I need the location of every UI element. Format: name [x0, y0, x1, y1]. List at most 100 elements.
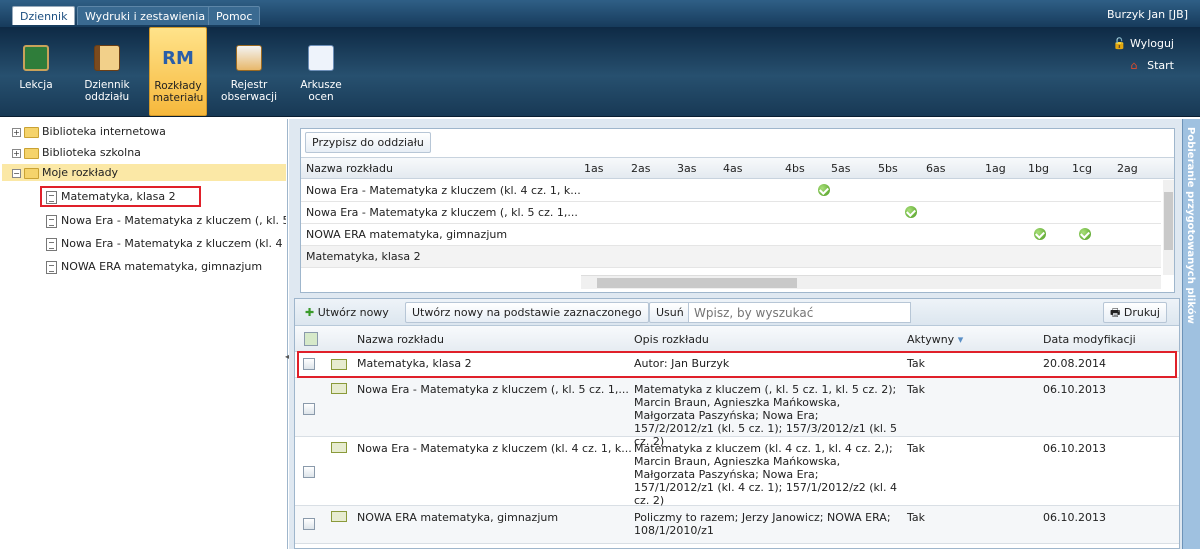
check-icon[interactable]	[818, 184, 830, 196]
expand-icon[interactable]: +	[12, 148, 21, 158]
table-row[interactable]: Nowa Era - Matematyka z kluczem (, kl. 5…	[295, 378, 1179, 448]
list-toolbar: ✚ Utwórz nowy Utwórz nowy na podstawie z…	[295, 299, 1179, 326]
tree-label: Nowa Era - Matematyka z kluczem (kl. 4 c	[61, 237, 286, 250]
row-desc: Matematyka z kluczem (kl. 4 cz. 1, kl. 4…	[634, 442, 897, 507]
header-active-label: Aktywny	[907, 333, 955, 346]
scroll-thumb[interactable]	[1164, 192, 1173, 250]
new-label: Utwórz nowy	[317, 306, 389, 319]
schedule-icon	[331, 511, 347, 522]
ribbon: Lekcja Dziennik oddziału RM Rozkłady mater…	[0, 27, 1200, 117]
new-based-button[interactable]: Utwórz nowy na podstawie zaznaczonego	[405, 302, 649, 323]
tree-label: Biblioteka internetowa	[42, 125, 166, 138]
header-active[interactable]: Aktywny ▾	[907, 333, 963, 346]
row-checkbox[interactable]	[303, 518, 315, 530]
journal-icon	[94, 45, 120, 71]
tree-item-biblioteka-internetowa[interactable]: + Biblioteka internetowa	[12, 123, 166, 140]
header-date[interactable]: Data modyfikacji	[1043, 333, 1136, 346]
tree-child-nowa-era-5[interactable]: Nowa Era - Matematyka z kluczem (, kl. 5	[46, 212, 286, 229]
header-name[interactable]: Nazwa rozkładu	[357, 333, 444, 346]
col-1as: 1as	[584, 162, 604, 175]
header-desc[interactable]: Opis rozkładu	[634, 333, 709, 346]
assign-row-name: NOWA ERA matematyka, gimnazjum	[306, 228, 508, 241]
rejestr-obserwacji-button[interactable]: Rejestr obserwacji	[217, 27, 281, 116]
logout-button[interactable]: 🔓 Wyloguj	[1113, 37, 1174, 50]
check-icon[interactable]	[1034, 228, 1046, 240]
assign-row-name: Nowa Era - Matematyka z kluczem (, kl. 5…	[306, 206, 578, 219]
tree-panel: + Biblioteka internetowa + Biblioteka szko…	[0, 119, 288, 549]
folder-icon	[24, 126, 39, 138]
user-name: Burzyk Jan [JB]	[1106, 8, 1188, 21]
schedule-icon	[331, 383, 347, 394]
col-1bg: 1bg	[1028, 162, 1049, 175]
start-label: Start	[1147, 59, 1174, 72]
assign-row[interactable]: Nowa Era - Matematyka z kluczem (kl. 4 c…	[301, 180, 1161, 202]
horizontal-scrollbar[interactable]	[581, 275, 1161, 289]
sort-down-icon: ▾	[957, 333, 964, 346]
rozklady-label-1: Rozkłady	[154, 80, 202, 92]
tree-label: Moje rozkłady	[42, 166, 119, 179]
select-all-icon[interactable]	[304, 332, 318, 346]
tab-pomoc[interactable]: Pomoc	[208, 6, 261, 25]
top-menu-bar: Dziennik Wydruki i zestawienia Pomoc Bur…	[0, 0, 1200, 27]
assign-row[interactable]: Matematyka, klasa 2	[301, 246, 1161, 268]
assign-button[interactable]: Przypisz do oddziału	[305, 132, 431, 153]
side-panel-downloads[interactable]: Pobieranie przygotowanych plików	[1182, 119, 1200, 549]
document-icon	[46, 260, 57, 274]
row-checkbox[interactable]	[303, 403, 315, 415]
rozklady-label-2: materiału	[152, 92, 204, 104]
arkusze-ocen-button[interactable]: Arkusze ocen	[296, 27, 346, 116]
tree-item-biblioteka-szkolna[interactable]: + Biblioteka szkolna	[12, 144, 141, 161]
rejestr-label-2: obserwacji	[221, 91, 277, 103]
blackboard-icon	[23, 45, 49, 71]
search-input[interactable]	[688, 302, 911, 323]
col-3as: 3as	[677, 162, 697, 175]
row-name: Nowa Era - Matematyka z kluczem (, kl. 5…	[357, 383, 629, 396]
table-row[interactable]: Nowa Era - Matematyka z kluczem (kl. 4 c…	[295, 437, 1179, 507]
print-button[interactable]: 🖶 Drukuj	[1103, 302, 1167, 323]
register-icon	[236, 45, 262, 71]
dziennik-oddzialu-button[interactable]: Dziennik oddziału	[80, 27, 134, 116]
rozklady-materialu-button[interactable]: RM Rozkłady materiału	[149, 27, 207, 116]
arkusze-label-1: Arkusze	[300, 79, 342, 91]
document-icon	[46, 237, 57, 251]
print-label: Drukuj	[1123, 306, 1160, 319]
collapse-icon[interactable]: −	[12, 168, 21, 178]
expand-icon[interactable]: +	[12, 127, 21, 137]
start-button[interactable]: ⌂ Start	[1131, 59, 1174, 72]
check-icon[interactable]	[1079, 228, 1091, 240]
folder-icon	[24, 147, 39, 159]
col-1ag: 1ag	[985, 162, 1006, 175]
col-6as: 6as	[926, 162, 946, 175]
table-row[interactable]: NOWA ERA matematyka, gimnazjum Policzmy …	[295, 506, 1179, 544]
assign-row[interactable]: Nowa Era - Matematyka z kluczem (, kl. 5…	[301, 202, 1161, 224]
row-date: 06.10.2013	[1043, 383, 1106, 396]
tab-dziennik[interactable]: Dziennik	[12, 6, 76, 25]
plus-icon: ✚	[305, 306, 315, 319]
row-checkbox[interactable]	[303, 466, 315, 478]
logout-label: Wyloguj	[1130, 37, 1174, 50]
row-active: Tak	[907, 383, 926, 396]
row-name: NOWA ERA matematyka, gimnazjum	[357, 511, 559, 524]
tab-wydruki[interactable]: Wydruki i zestawienia	[77, 6, 214, 25]
check-icon[interactable]	[905, 206, 917, 218]
list-header: Nazwa rozkładu Opis rozkładu Aktywny ▾ D…	[295, 326, 1179, 352]
tree-child-nowa-era-4[interactable]: Nowa Era - Matematyka z kluczem (kl. 4 c	[46, 235, 286, 252]
assign-row-name: Matematyka, klasa 2	[306, 250, 421, 263]
arkusze-label-2: ocen	[308, 91, 334, 103]
tree-label: NOWA ERA matematyka, gimnazjum	[61, 260, 263, 273]
lekcja-button[interactable]: Lekcja	[12, 27, 60, 116]
col-5as: 5as	[831, 162, 851, 175]
row-active: Tak	[907, 442, 926, 455]
tree-item-moje-rozklady[interactable]: − Moje rozkłady	[2, 164, 286, 181]
dziennik-label-2: oddziału	[84, 91, 130, 103]
new-button[interactable]: ✚ Utwórz nowy	[298, 302, 396, 323]
scroll-thumb[interactable]	[597, 278, 797, 288]
printer-icon: 🖶	[1110, 306, 1121, 319]
grades-sheet-icon	[308, 45, 334, 71]
delete-button[interactable]: Usuń	[649, 302, 691, 323]
row-name: Nowa Era - Matematyka z kluczem (kl. 4 c…	[357, 442, 632, 455]
row-date: 06.10.2013	[1043, 511, 1106, 524]
tree-child-gimnazjum[interactable]: NOWA ERA matematyka, gimnazjum	[46, 258, 262, 275]
assign-row[interactable]: NOWA ERA matematyka, gimnazjum	[301, 224, 1161, 246]
vertical-scrollbar[interactable]	[1163, 180, 1174, 275]
